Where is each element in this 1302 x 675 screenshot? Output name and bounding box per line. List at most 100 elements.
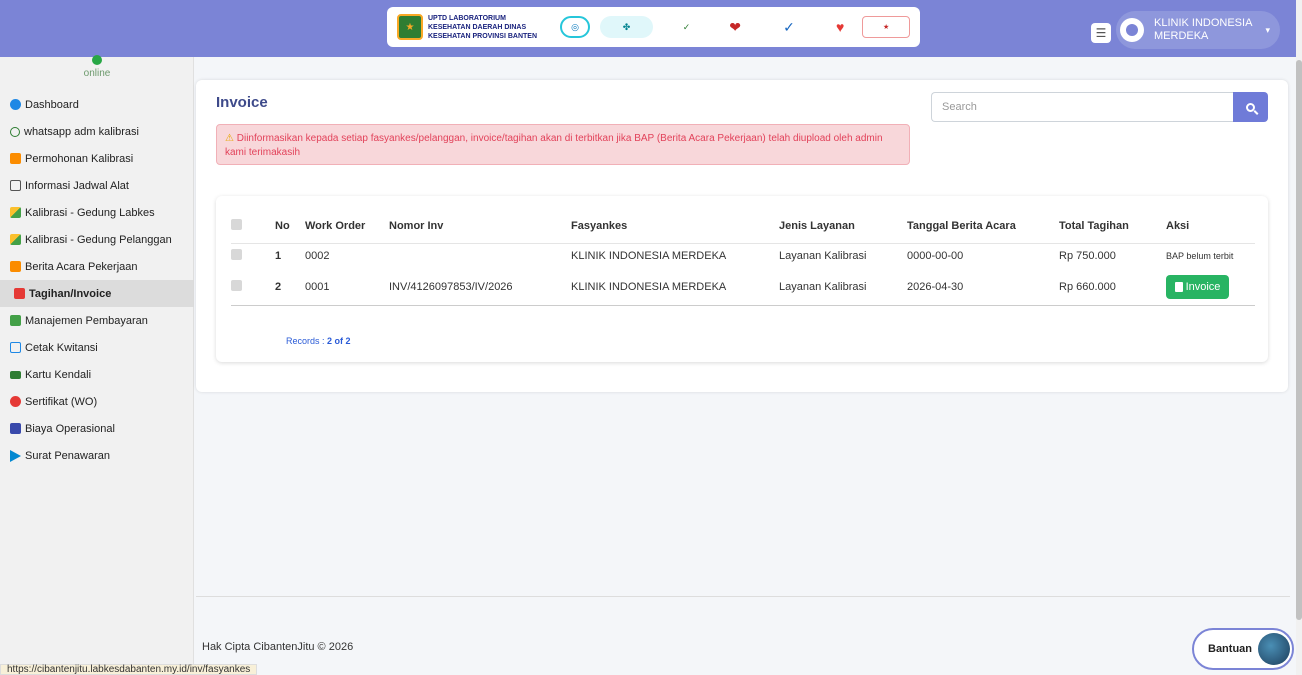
table-row: 1 0002 KLINIK INDONESIA MERDEKA Layanan … (231, 243, 1255, 269)
germas-logo: ✓ (682, 21, 691, 32)
cell-nomor-inv: INV/4126097853/IV/2026 (389, 269, 571, 306)
document-icon (1174, 281, 1183, 292)
cell-total: Rp 750.000 (1059, 250, 1116, 263)
berakhlak-logo: ★ (862, 16, 910, 38)
column-header: Fasyankes (571, 209, 779, 244)
certificate-icon (10, 396, 21, 407)
page-scrollbar[interactable] (1296, 0, 1302, 675)
sidebar-item-kartu-kendali[interactable]: Kartu Kendali (0, 361, 194, 388)
heart-logo: ❤ (729, 18, 741, 35)
invoice-panel: Invoice ⚠ Diinformasikan kepada setiap f… (196, 80, 1288, 392)
folder-icon (10, 261, 21, 272)
sidebar-item-jadwal-alat[interactable]: Informasi Jadwal Alat (0, 172, 194, 199)
invoice-button-label: Invoice (1185, 280, 1221, 293)
user-name: KLINIK INDONESIA MERDEKA (1154, 17, 1252, 42)
column-header: Work Order (305, 209, 389, 244)
records-label: Records : (286, 336, 328, 346)
invoice-button[interactable]: Invoice (1166, 274, 1229, 299)
user-menu[interactable]: KLINIK INDONESIA MERDEKA ▾ (1116, 11, 1280, 49)
kemenkes-logo: ✤ (600, 16, 653, 38)
column-header: No (275, 209, 305, 244)
row-select-cell (231, 269, 275, 306)
sidebar-item-label: Manajemen Pembayaran (25, 314, 148, 327)
warning-icon: ⚠ (225, 133, 234, 144)
cell-work-order: 0001 (305, 269, 389, 306)
column-header: Tanggal Berita Acara (907, 209, 1059, 244)
sidebar-item-kalibrasi-labkes[interactable]: Kalibrasi - Gedung Labkes (0, 199, 194, 226)
invoice-table-card: No Work Order Nomor Inv Fasyankes Jenis … (216, 196, 1268, 362)
cell-tanggal: 0000-00-00 (907, 250, 964, 263)
footer-copyright: Hak Cipta CibantenJitu © 2026 (202, 641, 354, 653)
online-status-label: online (83, 68, 111, 79)
select-all-checkbox[interactable] (231, 218, 242, 230)
table-row: 2 0001 INV/4126097853/IV/2026 KLINIK IND… (231, 269, 1255, 306)
menu-toggle-button[interactable]: ☰ (1091, 23, 1111, 43)
sidebar-item-label: Biaya Operasional (25, 422, 115, 435)
column-header: Aksi (1166, 209, 1255, 244)
hamburger-icon: ☰ (1095, 26, 1107, 40)
column-header: Total Tagihan (1059, 209, 1166, 244)
money-icon (10, 315, 21, 326)
logo-text: UPTD LABORATORIUM KESEHATAN DAERAH DINAS… (428, 14, 538, 40)
cell-jenis-layanan: Layanan Kalibrasi (779, 269, 907, 306)
sidebar-item-whatsapp[interactable]: whatsapp adm kalibrasi (0, 118, 194, 145)
user-avatar-icon (1120, 18, 1144, 42)
sidebar-item-manajemen-pembayaran[interactable]: Manajemen Pembayaran (0, 307, 194, 334)
cell-fasyankes: KLINIK INDONESIA MERDEKA (571, 269, 779, 306)
table-header-row: No Work Order Nomor Inv Fasyankes Jenis … (231, 209, 1255, 244)
sidebar-item-berita-acara[interactable]: Berita Acara Pekerjaan (0, 253, 194, 280)
top-navbar: ★ UPTD LABORATORIUM KESEHATAN DAERAH DIN… (0, 0, 1296, 57)
cell-fasyankes: KLINIK INDONESIA MERDEKA (571, 250, 727, 263)
row-checkbox[interactable] (231, 249, 242, 261)
handshake-icon (10, 207, 21, 218)
caret-down-icon: ▾ (1265, 25, 1270, 35)
page-title: Invoice (216, 94, 268, 111)
dashboard-icon (10, 99, 21, 110)
cell-aksi: Invoice (1166, 269, 1255, 306)
sidebar-item-dashboard[interactable]: Dashboard (0, 91, 194, 118)
sidebar-item-label: Kalibrasi - Gedung Labkes (25, 206, 155, 219)
love-logo: ♥ (836, 19, 845, 35)
sidebar-item-label: Surat Penawaran (25, 449, 110, 462)
sidebar-item-label: Cetak Kwitansi (25, 341, 98, 354)
select-all-cell (231, 209, 275, 244)
search-input[interactable] (931, 92, 1233, 122)
folder-icon (10, 153, 21, 164)
send-icon (10, 449, 21, 462)
invoice-table: No Work Order Nomor Inv Fasyankes Jenis … (231, 209, 1255, 306)
browser-status-url: https://cibantenjitu.labkesdabanten.my.i… (0, 664, 258, 675)
kan-logo: ✓ (783, 18, 795, 35)
card-icon (10, 370, 21, 379)
sidebar-item-biaya-operasional[interactable]: Biaya Operasional (0, 415, 194, 442)
sidebar-item-label: Kalibrasi - Gedung Pelanggan (25, 233, 172, 246)
cell-total: Rp 660.000 (1059, 269, 1166, 306)
bap-status-label: BAP belum terbit (1166, 251, 1234, 262)
sidebar-item-label: Informasi Jadwal Alat (25, 179, 129, 192)
sidebar-item-kalibrasi-pelanggan[interactable]: Kalibrasi - Gedung Pelanggan (0, 226, 194, 253)
sidebar-item-permohonan-kalibrasi[interactable]: Permohonan Kalibrasi (0, 145, 194, 172)
footer-divider (196, 596, 1290, 597)
column-header: Jenis Layanan (779, 209, 907, 244)
cell-no: 1 (275, 250, 282, 263)
sidebar-item-label: Permohonan Kalibrasi (25, 152, 134, 165)
sidebar-item-tagihan-invoice[interactable]: Tagihan/Invoice (0, 280, 194, 307)
search-button[interactable] (1233, 92, 1268, 122)
column-header: Nomor Inv (389, 209, 571, 244)
row-checkbox[interactable] (231, 279, 242, 291)
scrollbar-thumb[interactable] (1296, 60, 1302, 620)
invoice-icon (14, 288, 25, 299)
logo-banner: ★ UPTD LABORATORIUM KESEHATAN DAERAH DIN… (387, 7, 920, 47)
help-button[interactable]: Bantuan (1192, 628, 1294, 670)
sidebar: online Dashboard whatsapp adm kalibrasi … (0, 55, 194, 675)
sidebar-item-sertifikat[interactable]: Sertifikat (WO) (0, 388, 194, 415)
sidebar-item-surat-penawaran[interactable]: Surat Penawaran (0, 442, 194, 469)
sidebar-item-label: whatsapp adm kalibrasi (24, 125, 139, 138)
records-value: 2 of 2 (327, 336, 351, 346)
print-icon (10, 342, 21, 353)
cell-no: 2 (275, 269, 305, 306)
info-alert: ⚠ Diinformasikan kepada setiap fasyankes… (216, 124, 910, 165)
sidebar-item-cetak-kwitansi[interactable]: Cetak Kwitansi (0, 334, 194, 361)
cell-tanggal: 2026-04-30 (907, 269, 1059, 306)
sidebar-item-label: Dashboard (25, 98, 79, 111)
labkesda-logo: ★ UPTD LABORATORIUM KESEHATAN DAERAH DIN… (397, 14, 550, 41)
